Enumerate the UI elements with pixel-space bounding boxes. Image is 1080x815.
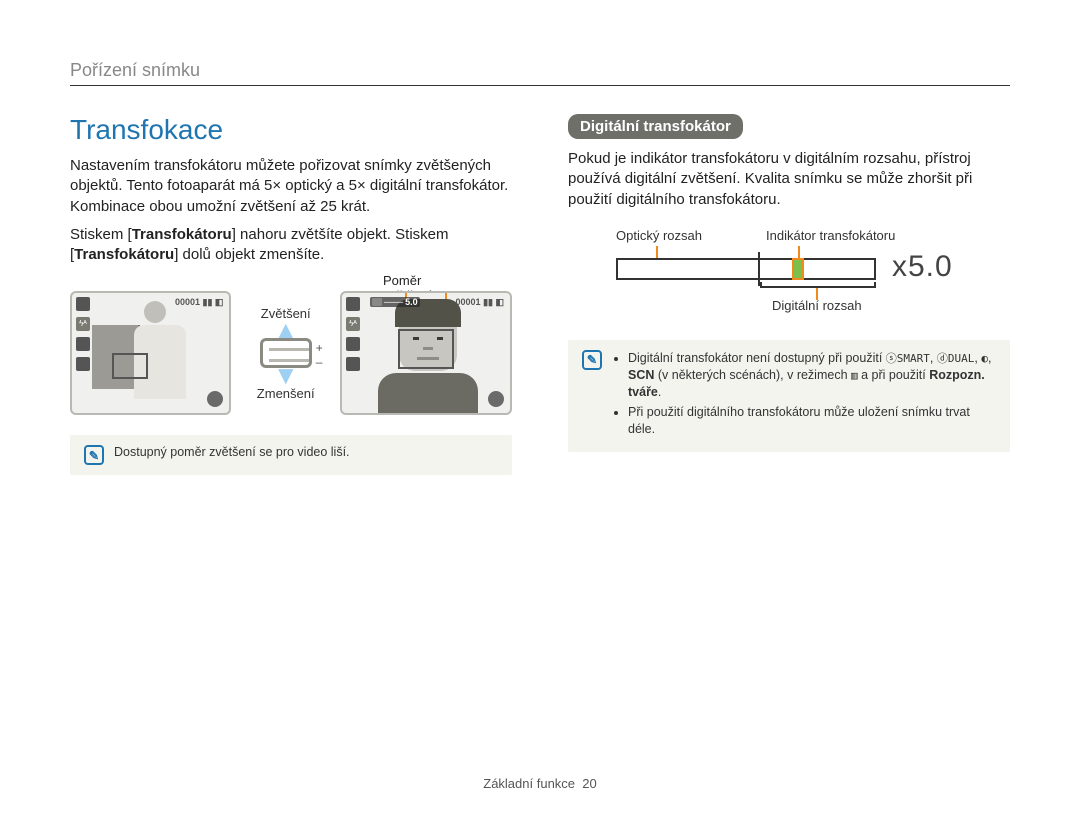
camera-screen-wide: ϟᴬ 00001 ▮▮ ◧ xyxy=(70,291,231,415)
focus-frame xyxy=(398,329,454,369)
steady-icon xyxy=(488,391,504,407)
metering-icon xyxy=(76,337,90,351)
zoom-out-label: Zmenšení xyxy=(257,386,315,401)
text: ] dolů objekt zmenšíte. xyxy=(174,246,324,263)
steady-icon xyxy=(207,391,223,407)
note-icon: ✎ xyxy=(84,445,104,465)
note-box-video: ✎ Dostupný poměr zvětšení se pro video l… xyxy=(70,435,512,475)
menu-icon xyxy=(346,357,360,371)
arrow-up-icon: ▲ xyxy=(273,323,299,339)
word-transfokátoru-2: Transfokátoru xyxy=(74,246,174,263)
zoom-bar xyxy=(616,258,876,280)
flash-icon: ϟᴬ xyxy=(76,317,90,331)
scn-mode-icon: SCN xyxy=(628,368,654,382)
note-item-1: Digitální transfokátor není dostupný při… xyxy=(628,350,996,401)
right-column: Digitální transfokátor Pokud je indikáto… xyxy=(568,114,1010,475)
note-icon: ✎ xyxy=(582,350,602,370)
zoom-indicator-label: Indikátor transfokátoru xyxy=(766,228,895,243)
subsection-heading: Digitální transfokátor xyxy=(568,114,743,139)
instruction-paragraph: Stiskem [Transfokátoru] nahoru zvětšíte … xyxy=(70,225,512,266)
text: Stiskem [ xyxy=(70,226,132,243)
focus-frame xyxy=(112,353,148,379)
section-title: Transfokace xyxy=(70,114,512,146)
zoom-range-diagram: Optický rozsah Indikátor transfokátoru x… xyxy=(616,228,956,306)
zoom-readout: x5.0 xyxy=(892,250,953,284)
page-number: 20 xyxy=(582,776,596,791)
digital-zoom-paragraph: Pokud je indikátor transfokátoru v digit… xyxy=(568,149,1010,210)
zoom-ratio-value: 5.0 xyxy=(405,297,418,307)
note-text: Dostupný poměr zvětšení se pro video liš… xyxy=(114,445,350,465)
note-box-digital-zoom: ✎ Digitální transfokátor není dostupný p… xyxy=(568,340,1010,452)
zoom-rocker-icon: +– xyxy=(260,338,312,368)
plus-minus-icon: +– xyxy=(316,341,323,369)
arrow-down-icon: ▼ xyxy=(273,368,299,384)
metering-icon xyxy=(346,337,360,351)
zoom-ratio-bar: ─── 5.0 xyxy=(370,297,420,307)
note-item-2: Při použití digitálního transfokátoru mů… xyxy=(628,404,996,438)
digital-range-label: Digitální rozsah xyxy=(772,298,862,313)
optical-range-label: Optický rozsah xyxy=(616,228,702,243)
page-footer: Základní funkce 20 xyxy=(0,776,1080,791)
camera-icon xyxy=(372,298,382,306)
movie-mode-icon: ▥ xyxy=(851,369,858,382)
footer-section: Základní funkce xyxy=(483,776,575,791)
flash-icon: ϟᴬ xyxy=(346,317,360,331)
zoom-indicator-marker xyxy=(792,258,804,280)
menu-icon xyxy=(76,357,90,371)
night-icon: ◐ xyxy=(981,352,988,365)
smart-mode-icon: ⓢSMART xyxy=(886,352,930,365)
dual-mode-icon: ⓓDUAL xyxy=(937,352,975,365)
mode-icon xyxy=(346,297,360,311)
mode-icon xyxy=(76,297,90,311)
camera-screen-zoomed: ─── 5.0 ϟᴬ 00001 ▮▮ ◧ xyxy=(340,291,512,415)
left-column: Transfokace Nastavením transfokátoru můž… xyxy=(70,114,512,475)
word-transfokátoru-1: Transfokátoru xyxy=(132,226,232,243)
zoom-control-diagram: Zvětšení ▲ +– ▼ Zmenšení xyxy=(245,304,326,403)
breadcrumb: Pořízení snímku xyxy=(70,60,1010,86)
zoom-illustration-row: ϟᴬ 00001 ▮▮ ◧ Zvětšení ▲ +– xyxy=(70,291,512,415)
intro-paragraph: Nastavením transfokátoru můžete pořizova… xyxy=(70,156,512,217)
